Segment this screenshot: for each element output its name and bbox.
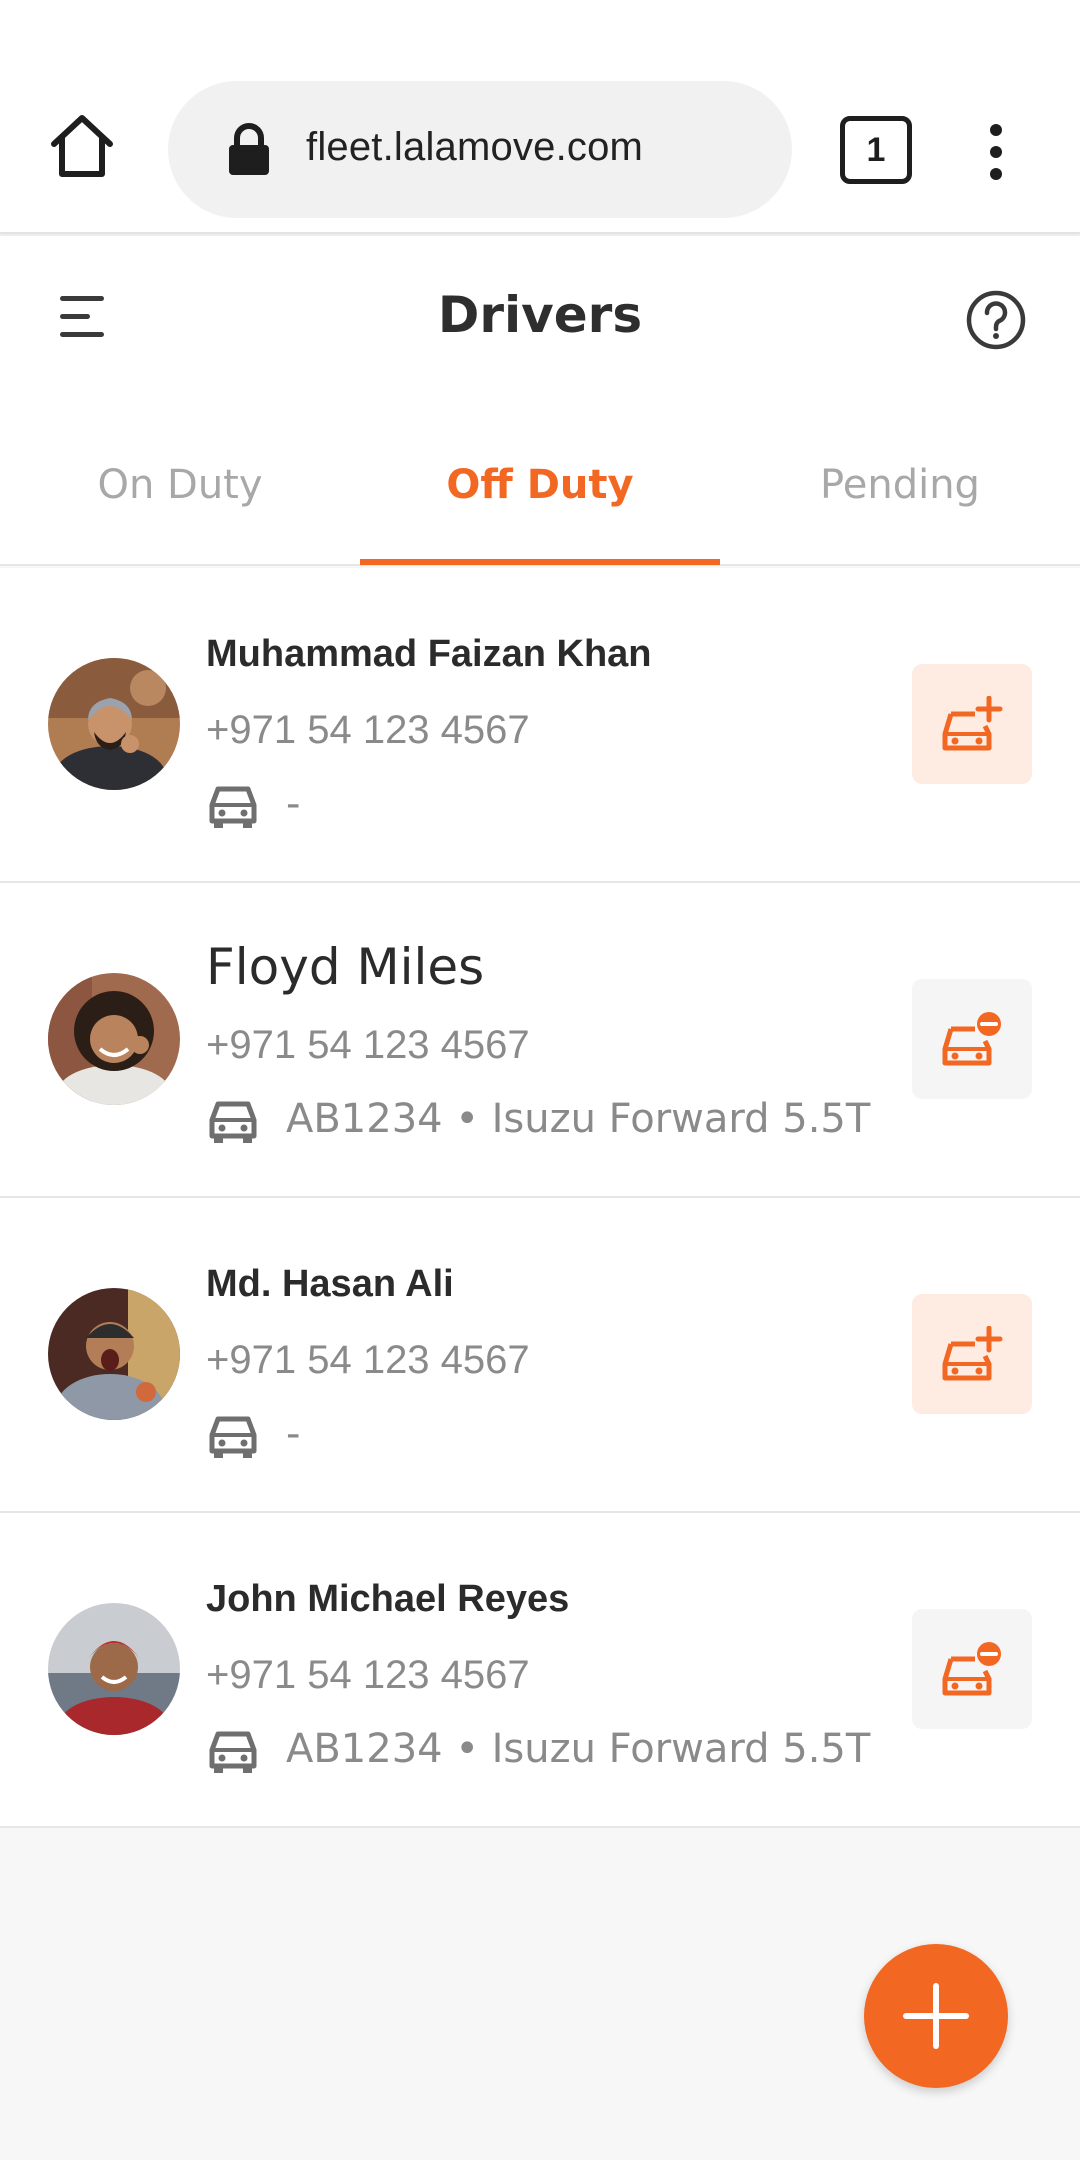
- tab-count: 1: [866, 130, 886, 169]
- car-icon: [208, 785, 258, 829]
- avatar: [48, 1288, 180, 1420]
- help-circle-icon[interactable]: [964, 288, 1028, 352]
- home-icon[interactable]: [46, 110, 118, 182]
- unassign-vehicle-button[interactable]: [912, 979, 1032, 1099]
- more-vertical-icon[interactable]: [984, 124, 1008, 180]
- add-driver-button[interactable]: [864, 1944, 1008, 2088]
- plus-icon: [903, 1983, 969, 2049]
- tab-switcher-button[interactable]: 1: [840, 116, 912, 184]
- car-plus-icon: [942, 696, 1003, 751]
- driver-phone: +971 54 123 4567: [206, 1023, 530, 1067]
- car-minus-icon: [942, 1012, 1001, 1066]
- driver-name: Md. Hasan Ali: [206, 1263, 454, 1305]
- driver-name: Muhammad Faizan Khan: [206, 633, 652, 675]
- car-minus-icon: [942, 1642, 1001, 1696]
- driver-name: Floyd Miles: [206, 938, 485, 996]
- driver-row[interactable]: John Michael Reyes +971 54 123 4567 AB12…: [0, 1513, 1080, 1828]
- driver-row[interactable]: Floyd Miles +971 54 123 4567 AB1234 • Is…: [0, 883, 1080, 1198]
- unassign-vehicle-button[interactable]: [912, 1609, 1032, 1729]
- tab-off-duty[interactable]: Off Duty: [360, 426, 720, 564]
- driver-phone: +971 54 123 4567: [206, 1338, 530, 1382]
- address-bar[interactable]: fleet.lalamove.com: [168, 81, 792, 218]
- app-header: Drivers On Duty Off Duty Pending: [0, 236, 1080, 566]
- tab-pending[interactable]: Pending: [720, 426, 1080, 564]
- duty-tabs: On Duty Off Duty Pending: [0, 426, 1080, 566]
- driver-phone: +971 54 123 4567: [206, 1653, 530, 1697]
- car-icon: [208, 1100, 258, 1144]
- active-tab-indicator: [360, 559, 720, 565]
- car-plus-icon: [942, 1326, 1003, 1381]
- url-text: fleet.lalamove.com: [306, 125, 644, 169]
- vehicle-text: AB1234 • Isuzu Forward 5.5T: [286, 1726, 871, 1772]
- browser-toolbar: fleet.lalamove.com 1: [0, 0, 1080, 234]
- lock-icon: [226, 123, 272, 177]
- avatar: [48, 1603, 180, 1735]
- driver-list: Muhammad Faizan Khan +971 54 123 4567 -: [0, 568, 1080, 1828]
- vehicle-text: -: [286, 781, 301, 827]
- car-icon: [208, 1730, 258, 1774]
- assign-vehicle-button[interactable]: [912, 1294, 1032, 1414]
- assign-vehicle-button[interactable]: [912, 664, 1032, 784]
- page-title: Drivers: [437, 286, 643, 344]
- avatar: [48, 973, 180, 1105]
- vehicle-text: AB1234 • Isuzu Forward 5.5T: [286, 1096, 871, 1142]
- vehicle-text: -: [286, 1411, 301, 1457]
- driver-row[interactable]: Md. Hasan Ali +971 54 123 4567 -: [0, 1198, 1080, 1513]
- car-icon: [208, 1415, 258, 1459]
- driver-name: John Michael Reyes: [206, 1578, 570, 1620]
- avatar: [48, 658, 180, 790]
- tab-on-duty[interactable]: On Duty: [0, 426, 360, 564]
- driver-row[interactable]: Muhammad Faizan Khan +971 54 123 4567 -: [0, 568, 1080, 883]
- driver-phone: +971 54 123 4567: [206, 708, 530, 752]
